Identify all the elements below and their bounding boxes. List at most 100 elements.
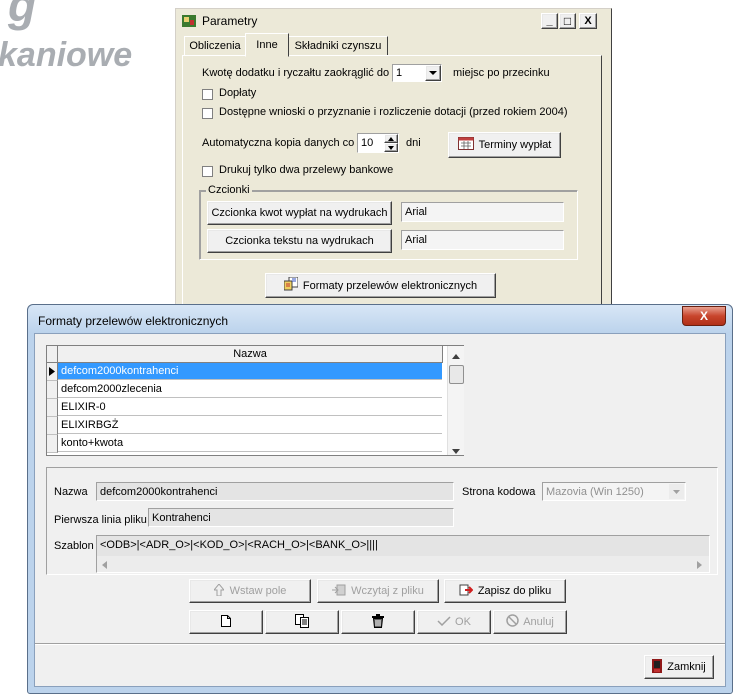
transfer-formats-icon	[283, 276, 299, 294]
doplaty-checkbox[interactable]	[202, 89, 213, 100]
pierwsza-linia-label: Pierwsza linia pliku	[54, 514, 147, 526]
exit-door-icon	[652, 658, 663, 676]
nazwa-value: defcom2000kontrahenci	[100, 485, 218, 498]
anuluj-button[interactable]: Anuluj	[493, 610, 567, 634]
font-amount-text: Arial	[405, 206, 428, 218]
grid-row-indicator[interactable]	[47, 417, 58, 435]
wstaw-pole-button[interactable]: Wstaw pole	[189, 579, 311, 603]
tab-obliczenia[interactable]: Obliczenia	[184, 36, 246, 56]
backup-spinner[interactable]: 10	[357, 133, 399, 153]
table-cell-nazwa: defcom2000zlecenia	[61, 383, 162, 395]
font-amount-label: Czcionka kwot wypłat na wydrukach	[211, 207, 388, 219]
formaty-titlebar[interactable]: Formaty przelewów elektronicznych X	[28, 305, 732, 333]
table-row[interactable]: ELIXIRBGŻ	[58, 417, 442, 434]
scroll-right-icon[interactable]	[697, 560, 702, 572]
font-text-text: Arial	[405, 234, 428, 246]
zamknij-label: Zamknij	[667, 661, 706, 673]
czcionki-group-label: Czcionki	[206, 184, 252, 196]
terminy-wyplat-label: Terminy wypłat	[478, 139, 552, 151]
szablon-label: Szablon	[54, 540, 94, 552]
copy-icon	[295, 613, 309, 631]
pierwsza-linia-field[interactable]: Kontrahenci	[148, 508, 454, 527]
arrow-up-icon	[212, 582, 225, 599]
formaty-close-button[interactable]: X	[682, 306, 726, 326]
font-text-button[interactable]: Czcionka tekstu na wydrukach	[207, 229, 392, 253]
scroll-thumb[interactable]	[449, 365, 464, 384]
bottom-divider	[35, 643, 725, 645]
ok-button[interactable]: OK	[417, 610, 491, 634]
grid-row-indicator[interactable]	[47, 435, 58, 453]
round-suffix: miejsc po przecinku	[453, 67, 550, 79]
maximize-button[interactable]: □	[559, 13, 576, 29]
font-text-value: Arial	[401, 230, 564, 250]
font-text-label: Czcionka tekstu na wydrukach	[225, 235, 374, 247]
scroll-down-icon[interactable]	[452, 445, 460, 457]
backup-spinner-value: 10	[361, 137, 374, 149]
new-button[interactable]	[189, 610, 263, 634]
drukuj-checkbox[interactable]	[202, 166, 213, 177]
minimize-button[interactable]: _	[541, 13, 558, 29]
round-label: Kwotę dodatku i ryczałtu zaokrąglić do	[202, 67, 390, 79]
table-row[interactable]: ELIXIR-0	[58, 399, 442, 416]
checkmark-icon	[437, 615, 451, 629]
wnioski-label: Dostępne wnioski o przyznanie i rozlicze…	[219, 106, 568, 118]
table-row[interactable]: defcom2000kontrahenci	[58, 363, 442, 380]
round-select[interactable]: 1	[392, 64, 442, 82]
background-heading-fragment: g	[8, 0, 37, 31]
tab-skladniki-label: Składniki czynszu	[294, 40, 382, 52]
terminy-wyplat-button[interactable]: Terminy wypłat	[448, 132, 561, 158]
close-icon: X	[699, 309, 708, 323]
font-amount-value: Arial	[401, 202, 564, 222]
table-row[interactable]: defcom2000zlecenia	[58, 381, 442, 398]
grid-row-indicator[interactable]	[47, 381, 58, 399]
tab-inne[interactable]: Inne	[245, 33, 289, 57]
background-heading-word: kaniowe	[0, 36, 133, 74]
grid-indicator-header	[47, 346, 58, 363]
strona-kodowa-select[interactable]: Mazovia (Win 1250)	[542, 482, 686, 501]
nazwa-field[interactable]: defcom2000kontrahenci	[96, 482, 454, 501]
table-cell-nazwa: konto+kwota	[61, 437, 124, 449]
grid-row-indicator[interactable]	[47, 399, 58, 417]
formats-grid[interactable]: Nazwa defcom2000kontrahenci defcom2000zle…	[46, 345, 464, 456]
delete-button[interactable]	[341, 610, 415, 634]
trash-icon	[372, 613, 384, 631]
zapisz-do-pliku-button[interactable]: Zapisz do pliku	[444, 579, 566, 603]
zapisz-do-pliku-label: Zapisz do pliku	[477, 585, 552, 597]
table-row[interactable]: konto+kwota	[58, 435, 442, 452]
wczytaj-z-pliku-button[interactable]: Wczytaj z pliku	[317, 579, 439, 603]
szablon-field[interactable]: <ODB>|<ADR_O>|<KOD_O>|<RACH_O>|<BANK_O>|…	[96, 535, 710, 573]
round-select-value: 1	[396, 67, 403, 79]
grid-row-indicator[interactable]	[47, 363, 58, 381]
grid-header-label: Nazwa	[233, 348, 267, 360]
zamknij-button[interactable]: Zamknij	[644, 655, 714, 679]
szablon-hscrollbar[interactable]	[97, 556, 709, 572]
close-button[interactable]: X	[579, 13, 597, 29]
doplaty-label: Dopłaty	[219, 87, 257, 99]
backup-suffix: dni	[406, 137, 421, 149]
app-icon	[181, 13, 197, 29]
font-amount-button[interactable]: Czcionka kwot wypłat na wydrukach	[207, 201, 392, 225]
formaty-przelewow-button[interactable]: Formaty przelewów elektronicznych	[265, 273, 496, 298]
parametry-titlebar[interactable]: Parametry _ □ X	[178, 11, 609, 31]
drukuj-label: Drukuj tylko dwa przelewy bankowe	[219, 164, 394, 176]
tab-obliczenia-label: Obliczenia	[189, 40, 241, 52]
parametry-window: Parametry _ □ X Obliczenia Inne Składnik…	[175, 8, 612, 308]
tab-skladniki-czynszu[interactable]: Składniki czynszu	[288, 36, 388, 56]
new-document-icon	[221, 614, 231, 630]
spinner-arrows-icon[interactable]	[384, 134, 398, 152]
table-cell-nazwa: ELIXIRBGŻ	[61, 419, 119, 431]
strona-chevron-down-icon[interactable]	[669, 484, 684, 499]
copy-button[interactable]	[265, 610, 339, 634]
wczytaj-z-pliku-label: Wczytaj z pliku	[351, 585, 424, 597]
grid-scrollbar[interactable]	[447, 346, 464, 455]
table-cell-nazwa: defcom2000kontrahenci	[61, 365, 179, 377]
scroll-left-icon[interactable]	[102, 560, 107, 572]
chevron-down-icon[interactable]	[425, 65, 441, 81]
formaty-przelewow-label: Formaty przelewów elektronicznych	[302, 279, 478, 292]
grid-header-nazwa[interactable]: Nazwa	[58, 346, 443, 363]
scroll-up-icon[interactable]	[452, 350, 460, 362]
formaty-window: Formaty przelewów elektronicznych X Nazw…	[27, 304, 733, 694]
wstaw-pole-label: Wstaw pole	[229, 585, 287, 597]
wnioski-checkbox[interactable]	[202, 108, 213, 119]
strona-kodowa-label: Strona kodowa	[462, 486, 536, 498]
